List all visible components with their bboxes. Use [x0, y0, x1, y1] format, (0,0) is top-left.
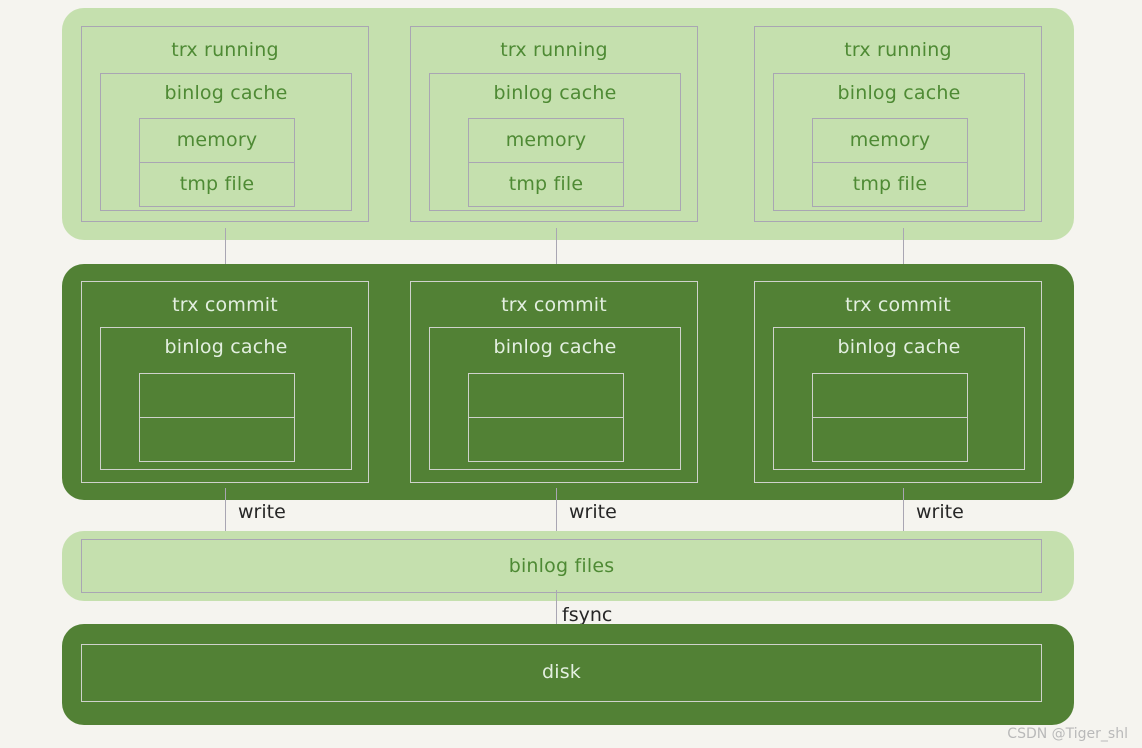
trx-commit-outer-box-1: trx commit binlog cache: [81, 281, 369, 483]
commit-memory-box-2: [468, 373, 624, 418]
trx-running-outer-box-1: trx running binlog cache memory tmp file: [81, 26, 369, 222]
disk-label: disk: [541, 661, 582, 683]
tmp-file-box-1: tmp file: [139, 162, 295, 207]
commit-binlog-cache-title-3: binlog cache: [837, 336, 961, 358]
arrow-label-write-2: write: [569, 501, 617, 523]
trx-running-title-1: trx running: [171, 39, 279, 61]
tmp-file-box-2: tmp file: [468, 162, 624, 207]
watermark: CSDN @Tiger_shl: [1007, 726, 1128, 742]
binlog-cache-box-1: binlog cache memory tmp file: [100, 73, 352, 211]
disk-box: disk: [81, 644, 1042, 702]
binlog-cache-box-2: binlog cache memory tmp file: [429, 73, 681, 211]
arrow-label-fsync: fsync: [562, 604, 613, 626]
trx-running-band: trx running binlog cache memory tmp file…: [62, 8, 1074, 240]
memory-box-2: memory: [468, 118, 624, 163]
arrow-label-write-3: write: [916, 501, 964, 523]
commit-tmp-file-box-2: [468, 417, 624, 462]
commit-binlog-cache-title-1: binlog cache: [164, 336, 288, 358]
trx-commit-title-3: trx commit: [845, 294, 951, 316]
arrow-label-write-1: write: [238, 501, 286, 523]
commit-binlog-cache-title-2: binlog cache: [493, 336, 617, 358]
memory-label-2: memory: [505, 129, 587, 151]
trx-commit-outer-box-3: trx commit binlog cache: [754, 281, 1042, 483]
trx-commit-outer-box-2: trx commit binlog cache: [410, 281, 698, 483]
trx-running-outer-box-3: trx running binlog cache memory tmp file: [754, 26, 1042, 222]
commit-binlog-cache-box-3: binlog cache: [773, 327, 1025, 470]
disk-band: disk: [62, 624, 1074, 725]
memory-label-3: memory: [849, 129, 931, 151]
binlog-cache-title-1: binlog cache: [164, 82, 288, 104]
commit-binlog-cache-box-1: binlog cache: [100, 327, 352, 470]
trx-commit-title-1: trx commit: [172, 294, 278, 316]
commit-binlog-cache-box-2: binlog cache: [429, 327, 681, 470]
trx-running-title-2: trx running: [500, 39, 608, 61]
trx-running-outer-box-2: trx running binlog cache memory tmp file: [410, 26, 698, 222]
commit-tmp-file-box-1: [139, 417, 295, 462]
commit-memory-box-3: [812, 373, 968, 418]
binlog-cache-title-2: binlog cache: [493, 82, 617, 104]
tmp-file-label-3: tmp file: [852, 173, 928, 195]
diagram-canvas: trx running binlog cache memory tmp file…: [0, 0, 1142, 748]
binlog-files-box: binlog files: [81, 539, 1042, 593]
commit-memory-box-1: [139, 373, 295, 418]
memory-box-1: memory: [139, 118, 295, 163]
binlog-files-label: binlog files: [508, 555, 615, 577]
memory-box-3: memory: [812, 118, 968, 163]
tmp-file-box-3: tmp file: [812, 162, 968, 207]
commit-tmp-file-box-3: [812, 417, 968, 462]
trx-running-title-3: trx running: [844, 39, 952, 61]
binlog-cache-title-3: binlog cache: [837, 82, 961, 104]
trx-commit-band: trx commit binlog cache trx commit binlo…: [62, 264, 1074, 500]
tmp-file-label-2: tmp file: [508, 173, 584, 195]
binlog-files-band: binlog files: [62, 531, 1074, 601]
tmp-file-label-1: tmp file: [179, 173, 255, 195]
memory-label-1: memory: [176, 129, 258, 151]
trx-commit-title-2: trx commit: [501, 294, 607, 316]
binlog-cache-box-3: binlog cache memory tmp file: [773, 73, 1025, 211]
